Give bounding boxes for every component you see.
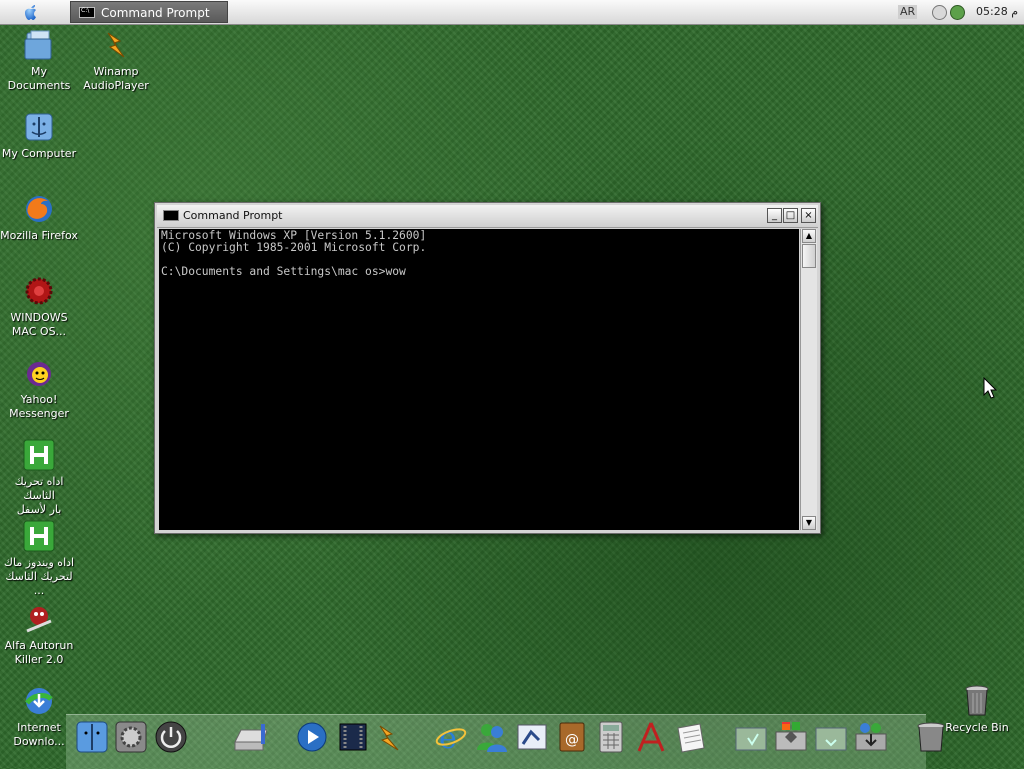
calculator-icon[interactable] [594,720,628,754]
language-indicator[interactable]: AR [898,5,918,19]
winamp-icon[interactable] [374,720,408,754]
taskbar-tab-command-prompt[interactable]: Command Prompt [70,0,228,23]
desktop-icon-label: My Documents [7,65,71,92]
command-prompt-window[interactable]: Command Prompt _ □ × Microsoft Windows X… [154,202,821,534]
downloads-icon[interactable] [854,720,888,754]
desktop-icon-label: My Computer [1,147,77,160]
scroll-down-button[interactable]: ▼ [802,516,816,530]
desktop-icon-taskbar-tool-1[interactable]: اداه تحريك الثاسك بار لأسفل [0,439,79,517]
desktop-icon-firefox[interactable]: Mozilla Firefox [0,193,79,243]
window-title: Command Prompt [183,209,283,222]
computer-icon [23,111,55,143]
firefox-icon [23,193,55,225]
desktop-icon-label: Mozilla Firefox [0,229,78,242]
system-preferences-icon[interactable] [114,720,148,754]
internet-explorer-icon[interactable]: e [434,720,468,754]
vertical-scrollbar[interactable]: ▲ ▼ [800,229,817,530]
mouse-cursor-icon [983,377,997,399]
console-icon [79,0,95,22]
address-book-icon[interactable]: @ [555,720,589,754]
h-app-icon [23,520,55,552]
desktop-icon-recycle-bin[interactable]: Recycle Bin [942,684,1012,734]
h-app-icon [23,439,55,471]
desktop-icon-windows-mac-os[interactable]: WINDOWS MAC OS... [0,275,79,339]
folder-icon[interactable] [814,720,848,754]
console-icon [163,210,179,221]
messenger-tray-icon[interactable] [932,5,947,20]
windows-folder-icon[interactable] [734,720,768,754]
msn-messenger-icon[interactable] [475,720,509,754]
yahoo-icon [23,357,55,389]
finder-icon[interactable] [75,720,109,754]
scroll-up-button[interactable]: ▲ [802,229,816,243]
red-gear-icon [23,275,55,307]
desktop-icon-label: WINDOWS MAC OS... [10,311,68,338]
minimize-button[interactable]: _ [767,208,782,223]
console-output[interactable]: Microsoft Windows XP [Version 5.1.2600] … [159,229,799,530]
menu-bar: Command Prompt AR 05:28 م [0,0,1024,25]
trash-icon[interactable] [914,720,948,754]
desktop-icon-yahoo-messenger[interactable]: Yahoo! Messenger [0,357,79,421]
desktop-icon-taskbar-tool-2[interactable]: اداه ويندوز ماك لتحريك الثاسك ... [0,520,79,598]
desktop-icon-label: اداه ويندوز ماك لتحريك الثاسك ... [3,556,75,597]
desktop-icon-winamp[interactable]: Winamp AudioPlayer [76,29,156,93]
apple-icon[interactable] [22,3,40,21]
mail-icon[interactable] [515,720,549,754]
desktop-icon-my-documents[interactable]: My Documents [0,29,79,93]
text-editor-icon[interactable] [634,720,668,754]
autorun-killer-icon [23,603,55,635]
network-tray-icon[interactable] [950,5,965,20]
svg-text:e: e [439,721,457,754]
maximize-button[interactable]: □ [783,208,798,223]
movie-icon[interactable] [336,720,370,754]
svg-text:@: @ [565,732,579,748]
control-panel-icon[interactable] [774,720,808,754]
desktop-icon-label: Winamp AudioPlayer [83,65,149,92]
recycle-bin-icon [965,685,989,716]
desktop-icon-my-computer[interactable]: My Computer [0,111,79,161]
window-titlebar[interactable]: Command Prompt _ □ × [157,205,818,228]
clock[interactable]: 05:28 م [976,5,1018,18]
desktop-icon-label: Alfa Autorun Killer 2.0 [4,639,74,666]
desktop-icon-label: اداه تحريك الثاسك بار لأسفل [14,475,64,516]
download-manager-icon [23,685,55,717]
desktop-icon-label: Recycle Bin [945,721,1009,734]
winamp-icon [100,29,132,61]
media-player-icon[interactable] [295,720,329,754]
desktop-icon-alfa-autorun-killer[interactable]: Alfa Autorun Killer 2.0 [0,603,79,667]
scroll-thumb[interactable] [802,244,816,268]
folder-icon [23,29,55,61]
task-tab-label: Command Prompt [101,6,210,20]
shutdown-icon[interactable] [154,720,188,754]
desktop-icon-label: Yahoo! Messenger [9,393,69,420]
drive-icon[interactable] [233,720,267,754]
close-button[interactable]: × [801,208,816,223]
notepad-icon[interactable] [674,720,708,754]
